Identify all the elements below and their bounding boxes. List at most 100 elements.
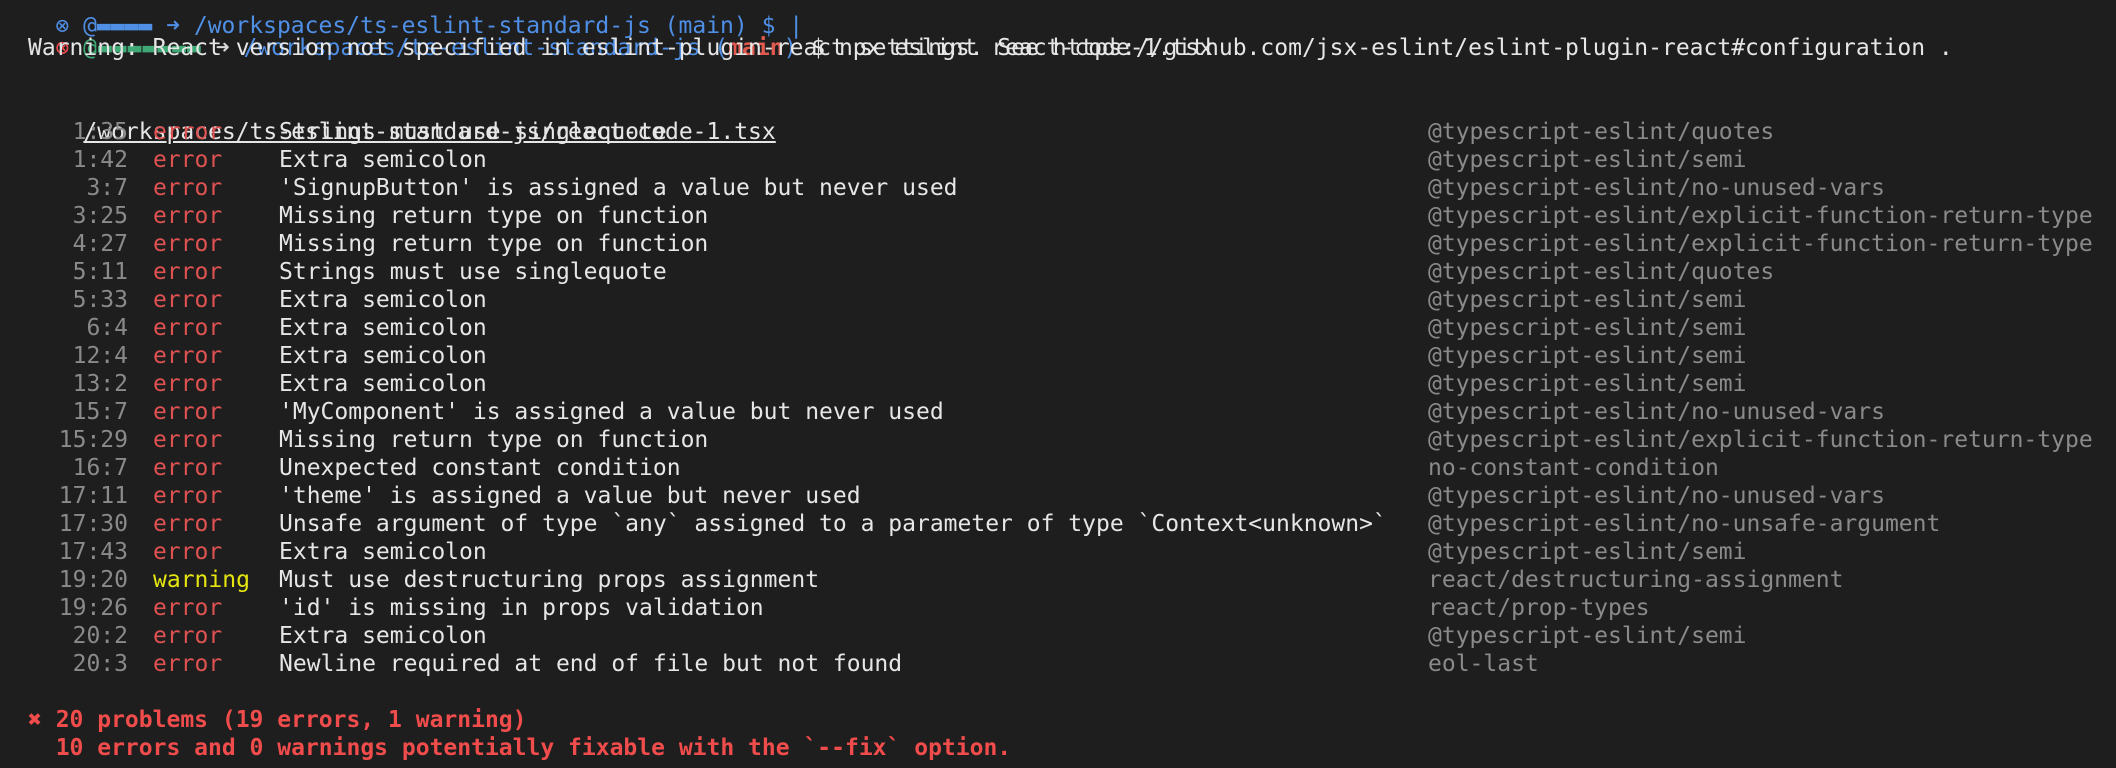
problem-location: 20:3 (72, 651, 128, 677)
problem-severity: error (153, 427, 223, 453)
problem-row: 17:43 error Extra semicolon @typescript-esl… (0, 538, 2116, 566)
problem-severity: error (153, 203, 223, 229)
problem-severity: error (153, 175, 223, 201)
problem-message: Strings must use singlequote (279, 259, 667, 285)
problem-message: Extra semicolon (279, 287, 487, 313)
problem-row: 1:35 error Strings must use singlequote @ty… (0, 118, 2116, 146)
problem-severity: error (153, 651, 223, 677)
problem-row: 12:4 error Extra semicolon @typescript-esli… (0, 342, 2116, 370)
react-version-warning: Warning: React version not specified in … (28, 35, 1953, 61)
problem-location: 15:7 (72, 399, 128, 425)
problem-location: 3:7 (86, 175, 128, 201)
problem-location: 17:11 (58, 483, 128, 509)
problem-location: 5:33 (72, 287, 128, 313)
problem-rule: @typescript-eslint/explicit-function-ret… (1428, 427, 2093, 453)
problem-message: Extra semicolon (279, 147, 487, 173)
problem-rule: @typescript-eslint/semi (1428, 539, 1747, 565)
problem-row: 4:27 error Missing return type on function… (0, 230, 2116, 258)
problem-message: Missing return type on function (279, 231, 709, 257)
problem-row: 16:7 error Unexpected constant condition no… (0, 454, 2116, 482)
problem-location: 17:30 (58, 511, 128, 537)
problem-rule: @typescript-eslint/explicit-function-ret… (1428, 203, 2093, 229)
problem-rule: @typescript-eslint/semi (1428, 315, 1747, 341)
problem-message: Missing return type on function (279, 203, 709, 229)
problem-rule: no-constant-condition (1428, 455, 1719, 481)
problem-severity: error (153, 539, 223, 565)
problem-row: 5:11 error Strings must use singlequote @ty… (0, 258, 2116, 286)
problem-row: 3:25 error Missing return type on function… (0, 202, 2116, 230)
problem-location: 1:35 (72, 119, 128, 145)
problem-message: 'SignupButton' is assigned a value but n… (279, 175, 958, 201)
problem-message: Extra semicolon (279, 623, 487, 649)
problem-row: 15:29 error Missing return type on functio… (0, 426, 2116, 454)
problem-message: Extra semicolon (279, 343, 487, 369)
problem-location: 5:11 (72, 259, 128, 285)
problem-message: Missing return type on function (279, 427, 709, 453)
problem-location: 20:2 (72, 623, 128, 649)
problem-message: 'theme' is assigned a value but never us… (279, 483, 861, 509)
problem-severity: error (153, 315, 223, 341)
problem-row: 1:42 error Extra semicolon @typescript-esli… (0, 146, 2116, 174)
problem-severity: error (153, 231, 223, 257)
problem-rule: @typescript-eslint/quotes (1428, 119, 1775, 145)
problem-severity: error (153, 595, 223, 621)
summary-problems: ✖ 20 problems (19 errors, 1 warning) (28, 707, 527, 733)
problem-message: 'id' is missing in props validation (279, 595, 764, 621)
problem-location: 12:4 (72, 343, 128, 369)
problem-location: 19:20 (58, 567, 128, 593)
problem-message: Extra semicolon (279, 371, 487, 397)
problem-severity: error (153, 259, 223, 285)
problem-severity: warning (153, 567, 250, 593)
problem-severity: error (153, 371, 223, 397)
problem-row: 15:7 error 'MyComponent' is assigned a val… (0, 398, 2116, 426)
problem-row: 20:2 error Extra semicolon @typescript-esli… (0, 622, 2116, 650)
problem-row: 6:4 error Extra semicolon @typescript-eslin… (0, 314, 2116, 342)
problem-rule: @typescript-eslint/explicit-function-ret… (1428, 231, 2093, 257)
problem-row: 5:33 error Extra semicolon @typescript-esli… (0, 286, 2116, 314)
problem-message: Unexpected constant condition (279, 455, 681, 481)
problem-rule: @typescript-eslint/semi (1428, 287, 1747, 313)
problem-row: 17:30 error Unsafe argument of type `any` … (0, 510, 2116, 538)
problem-rule: @typescript-eslint/no-unsafe-argument (1428, 511, 1941, 537)
problem-location: 15:29 (58, 427, 128, 453)
problem-severity: error (153, 399, 223, 425)
problem-location: 4:27 (72, 231, 128, 257)
prompt-line: ⊗ @▬▬▬▬▬▬▬ ➜ /workspaces/ts-eslint-stand… (0, 6, 1212, 61)
problem-message: Strings must use singlequote (279, 119, 667, 145)
problem-rule: @typescript-eslint/semi (1428, 623, 1747, 649)
problem-rule: eol-last (1428, 651, 1539, 677)
problem-row: 19:26 error 'id' is missing in props valid… (0, 594, 2116, 622)
problem-message: Newline required at end of file but not … (279, 651, 903, 677)
file-path-header[interactable]: /workspaces/ts-eslint-standard-js/react-… (28, 90, 775, 145)
problem-rule: @typescript-eslint/semi (1428, 343, 1747, 369)
problem-rule: @typescript-eslint/quotes (1428, 259, 1775, 285)
problem-rule: @typescript-eslint/no-unused-vars (1428, 399, 1885, 425)
problem-severity: error (153, 343, 223, 369)
problem-location: 17:43 (58, 539, 128, 565)
problem-severity: error (153, 511, 223, 537)
problem-message: Must use destructuring props assignment (279, 567, 820, 593)
problem-location: 3:25 (72, 203, 128, 229)
problem-location: 16:7 (72, 455, 128, 481)
problem-severity: error (153, 287, 223, 313)
problem-message: Extra semicolon (279, 539, 487, 565)
problem-location: 13:2 (72, 371, 128, 397)
problem-row: 3:7 error 'SignupButton' is assigned a val… (0, 174, 2116, 202)
problem-rule: react/destructuring-assignment (1428, 567, 1844, 593)
problem-row: 20:3 error Newline required at end of file… (0, 650, 2116, 678)
problem-rule: @typescript-eslint/semi (1428, 147, 1747, 173)
problem-row: 17:11 error 'theme' is assigned a value bu… (0, 482, 2116, 510)
problem-severity: error (153, 455, 223, 481)
problem-location: 6:4 (86, 315, 128, 341)
problem-rule: @typescript-eslint/no-unused-vars (1428, 483, 1885, 509)
problem-location: 1:42 (72, 147, 128, 173)
summary-fixable: 10 errors and 0 warnings potentially fix… (28, 735, 1012, 761)
problem-message: Unsafe argument of type `any` assigned t… (279, 511, 1387, 537)
problem-row: 19:20 warning Must use destructuring props… (0, 566, 2116, 594)
problem-severity: error (153, 623, 223, 649)
problem-rule: @typescript-eslint/no-unused-vars (1428, 175, 1885, 201)
problem-row: 13:2 error Extra semicolon @typescript-esli… (0, 370, 2116, 398)
problem-severity: error (153, 119, 223, 145)
problem-rule: @typescript-eslint/semi (1428, 371, 1747, 397)
problem-message: 'MyComponent' is assigned a value but ne… (279, 399, 944, 425)
